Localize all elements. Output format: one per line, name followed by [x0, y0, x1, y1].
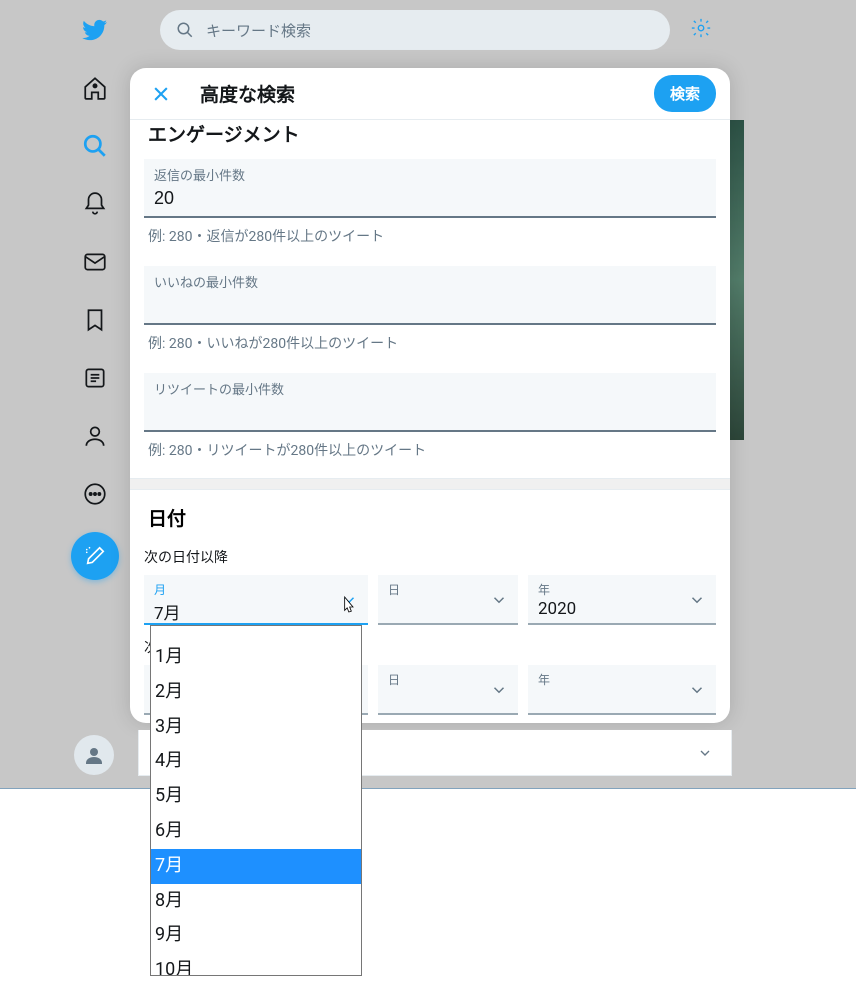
- min-retweets-input[interactable]: [154, 398, 706, 424]
- date-section-title: 日付: [144, 490, 716, 541]
- month-option[interactable]: [151, 626, 361, 640]
- search-icon[interactable]: [75, 126, 115, 166]
- from-month-label: 月: [154, 581, 358, 598]
- profile-icon[interactable]: [75, 416, 115, 456]
- min-replies-example: 例: 280・返信が280件以上のツイート: [144, 218, 716, 264]
- search-placeholder: キーワード検索: [206, 20, 311, 41]
- lists-icon[interactable]: [75, 358, 115, 398]
- month-option[interactable]: 9月: [151, 918, 361, 953]
- compose-tweet-button[interactable]: [71, 532, 119, 580]
- min-retweets-example: 例: 280・リツイートが280件以上のツイート: [144, 432, 716, 478]
- left-nav: [60, 0, 130, 580]
- modal-header: 高度な検索 検索: [130, 68, 730, 120]
- min-replies-input[interactable]: [154, 184, 706, 210]
- chevron-down-icon: [697, 745, 713, 761]
- chevron-down-icon: [490, 681, 508, 703]
- month-option[interactable]: 7月: [151, 849, 361, 884]
- min-likes-example: 例: 280・いいねが280件以上のツイート: [144, 325, 716, 371]
- from-year-label: 年: [538, 581, 706, 598]
- date-from-label: 次の日付以降: [144, 541, 716, 575]
- min-replies-label: 返信の最小件数: [154, 165, 706, 184]
- global-search-input[interactable]: キーワード検索: [160, 10, 670, 50]
- from-year-value: 2020: [538, 598, 706, 619]
- month-option[interactable]: 1月: [151, 640, 361, 675]
- modal-title: 高度な検索: [200, 80, 295, 107]
- from-month-value: 7月: [154, 598, 358, 624]
- search-settings-icon[interactable]: [690, 17, 712, 43]
- min-likes-label: いいねの最小件数: [154, 272, 706, 291]
- messages-icon[interactable]: [75, 242, 115, 282]
- top-bar: キーワード検索: [160, 10, 712, 50]
- month-option[interactable]: 6月: [151, 814, 361, 849]
- min-retweets-field[interactable]: リツイートの最小件数: [144, 373, 716, 432]
- twitter-logo-icon[interactable]: [75, 10, 115, 50]
- bookmarks-icon[interactable]: [75, 300, 115, 340]
- chevron-down-icon: [490, 591, 508, 613]
- month-option[interactable]: 10月: [151, 953, 361, 976]
- from-month-select[interactable]: 月 7月: [144, 575, 368, 625]
- min-likes-input[interactable]: [154, 291, 706, 317]
- from-day-select[interactable]: 日: [378, 575, 518, 625]
- month-option[interactable]: 3月: [151, 710, 361, 745]
- search-submit-button[interactable]: 検索: [654, 75, 716, 112]
- chevron-down-icon: [688, 681, 706, 703]
- home-icon[interactable]: [75, 68, 115, 108]
- section-divider: [130, 478, 730, 490]
- to-year-value: [538, 688, 706, 689]
- min-likes-field[interactable]: いいねの最小件数: [144, 266, 716, 325]
- month-option[interactable]: 2月: [151, 675, 361, 710]
- engagement-section-title: エンゲージメント: [144, 120, 716, 157]
- month-option[interactable]: 8月: [151, 884, 361, 919]
- to-year-label: 年: [538, 671, 706, 688]
- notifications-icon[interactable]: [75, 184, 115, 224]
- account-avatar[interactable]: [74, 735, 114, 775]
- to-day-select[interactable]: 日: [378, 665, 518, 715]
- chevron-down-icon: [688, 591, 706, 613]
- cursor-pointer-icon: [338, 595, 358, 623]
- month-option[interactable]: 4月: [151, 744, 361, 779]
- min-retweets-label: リツイートの最小件数: [154, 379, 706, 398]
- date-from-row: 月 7月 日 年 2020: [144, 575, 716, 625]
- close-icon[interactable]: [144, 77, 178, 111]
- more-icon[interactable]: [75, 474, 115, 514]
- month-dropdown[interactable]: 1月2月3月4月5月6月7月8月9月10月11月12月: [150, 625, 362, 976]
- month-option[interactable]: 5月: [151, 779, 361, 814]
- min-replies-field[interactable]: 返信の最小件数: [144, 159, 716, 218]
- from-year-select[interactable]: 年 2020: [528, 575, 716, 625]
- to-year-select[interactable]: 年: [528, 665, 716, 715]
